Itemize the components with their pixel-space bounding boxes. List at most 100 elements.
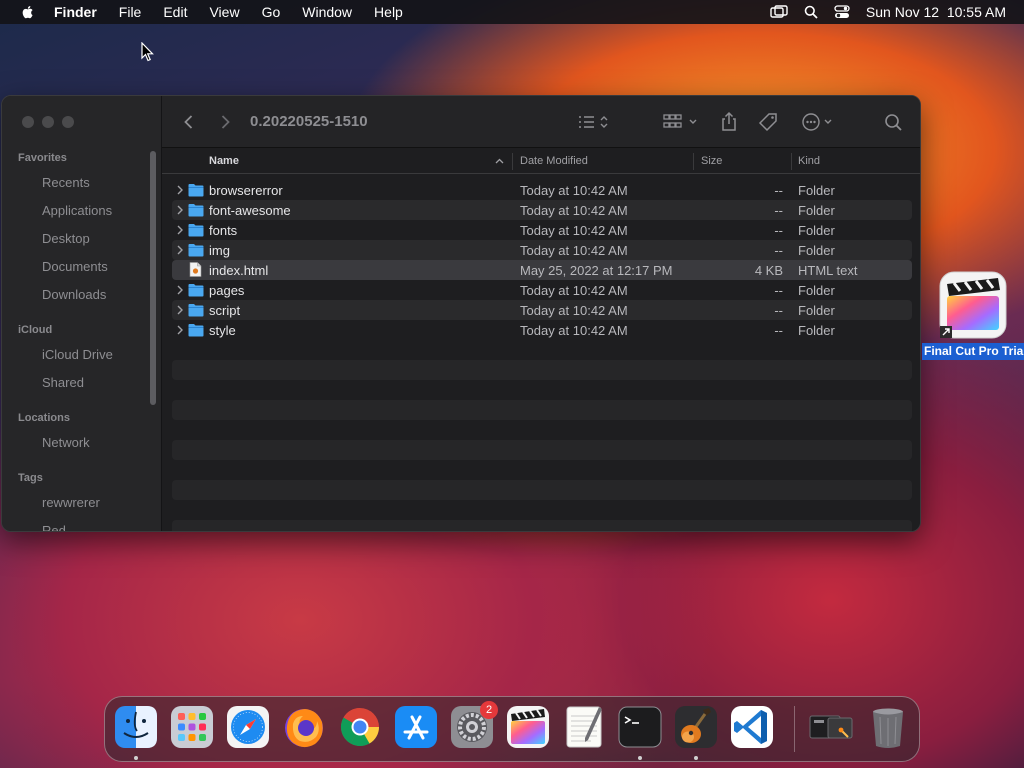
launchpad-icon[interactable]	[169, 704, 215, 750]
minimize-window-icon[interactable]	[42, 116, 54, 128]
desktop-item-label: Final Cut Pro Trial	[922, 343, 1024, 360]
folder-icon	[188, 284, 204, 297]
table-row[interactable]: style Today at 10:42 AM -- Folder	[172, 320, 912, 340]
row-date: Today at 10:42 AM	[520, 303, 628, 318]
row-date: Today at 10:42 AM	[520, 243, 628, 258]
empty-row	[172, 480, 912, 500]
folder-icon	[188, 244, 204, 257]
trash-icon[interactable]	[865, 704, 911, 750]
disclosure-chevron-icon[interactable]	[176, 185, 184, 195]
sidebar-item-downloads[interactable]: Downloads	[42, 287, 106, 302]
sidebar-item-shared[interactable]: Shared	[42, 375, 84, 390]
dock: 2	[104, 696, 920, 762]
finder-window: Favorites Recents Applications Desktop D…	[1, 95, 921, 532]
menu-file[interactable]: File	[119, 4, 142, 20]
finder-toolbar: 0.20220525-1510	[162, 96, 920, 148]
row-date: Today at 10:42 AM	[520, 223, 628, 238]
final-cut-pro-icon	[939, 271, 1007, 339]
sort-ascending-chevron-icon[interactable]	[495, 158, 504, 164]
sidebar-item-tag-red[interactable]: Red	[42, 523, 66, 531]
chrome-icon[interactable]	[337, 704, 383, 750]
forward-chevron-icon[interactable]	[216, 113, 234, 131]
search-icon[interactable]	[884, 111, 904, 133]
row-size: --	[774, 303, 783, 318]
row-name: style	[209, 323, 236, 338]
final-cut-pro-icon[interactable]	[505, 704, 551, 750]
control-center-icon[interactable]	[834, 5, 850, 19]
table-row[interactable]: browsererror Today at 10:42 AM -- Folder	[172, 180, 912, 200]
terminal-icon[interactable]	[617, 704, 663, 750]
menu-view[interactable]: View	[209, 4, 239, 20]
column-size[interactable]: Size	[701, 155, 722, 167]
textedit-icon[interactable]	[561, 704, 607, 750]
safari-icon[interactable]	[225, 704, 271, 750]
sidebar-item-applications[interactable]: Applications	[42, 203, 112, 218]
disclosure-chevron-icon[interactable]	[176, 225, 184, 235]
menu-go[interactable]: Go	[262, 4, 281, 20]
screenshot-folder-icon[interactable]	[808, 704, 854, 750]
menu-help[interactable]: Help	[374, 4, 403, 20]
close-window-icon[interactable]	[22, 116, 34, 128]
group-by-icon[interactable]	[662, 111, 702, 133]
sidebar-item-recents[interactable]: Recents	[42, 175, 90, 190]
html-file-icon	[189, 262, 202, 277]
disclosure-chevron-icon[interactable]	[176, 285, 184, 295]
back-chevron-icon[interactable]	[180, 113, 198, 131]
row-name: font-awesome	[209, 203, 291, 218]
column-kind[interactable]: Kind	[798, 155, 820, 167]
menu-app-name[interactable]: Finder	[54, 4, 97, 20]
menu-clock[interactable]: Sun Nov 12 10:55 AM	[866, 4, 1006, 20]
finder-content: 0.20220525-1510 Name Date Modified Size …	[162, 96, 920, 531]
garageband-icon[interactable]	[673, 704, 719, 750]
tag-icon[interactable]	[757, 111, 779, 133]
column-date-modified[interactable]: Date Modified	[520, 155, 588, 167]
row-date: Today at 10:42 AM	[520, 183, 628, 198]
row-kind: Folder	[798, 283, 835, 298]
window-title: 0.20220525-1510	[250, 113, 368, 130]
window-controls	[22, 116, 74, 128]
table-row[interactable]: pages Today at 10:42 AM -- Folder	[172, 280, 912, 300]
row-kind: Folder	[798, 243, 835, 258]
column-name[interactable]: Name	[209, 155, 239, 167]
notification-badge: 2	[480, 701, 498, 719]
more-actions-icon[interactable]	[800, 111, 840, 133]
disclosure-chevron-icon[interactable]	[176, 305, 184, 315]
sidebar-header-tags: Tags	[18, 472, 43, 484]
row-name: browsererror	[209, 183, 283, 198]
row-name: fonts	[209, 223, 238, 238]
sidebar-item-tag-rewwrerer[interactable]: rewwrerer	[42, 495, 100, 510]
empty-row	[172, 440, 912, 460]
zoom-window-icon[interactable]	[62, 116, 74, 128]
firefox-icon[interactable]	[281, 704, 327, 750]
table-row[interactable]: fonts Today at 10:42 AM -- Folder	[172, 220, 912, 240]
disclosure-chevron-icon[interactable]	[176, 245, 184, 255]
sidebar-item-network[interactable]: Network	[42, 435, 90, 450]
menu-window[interactable]: Window	[302, 4, 352, 20]
sidebar-scrollbar[interactable]	[150, 151, 156, 405]
disclosure-chevron-icon[interactable]	[176, 205, 184, 215]
row-size: --	[774, 323, 783, 338]
table-row[interactable]: font-awesome Today at 10:42 AM -- Folder	[172, 200, 912, 220]
table-row[interactable]: index.html May 25, 2022 at 12:17 PM 4 KB…	[172, 260, 912, 280]
table-row[interactable]: script Today at 10:42 AM -- Folder	[172, 300, 912, 320]
spotlight-search-icon[interactable]	[804, 5, 818, 19]
sidebar-item-desktop[interactable]: Desktop	[42, 231, 90, 246]
disclosure-chevron-icon[interactable]	[176, 325, 184, 335]
empty-row	[172, 400, 912, 420]
mouse-cursor-icon	[141, 42, 154, 62]
sidebar-header-favorites: Favorites	[18, 152, 67, 164]
vscode-icon[interactable]	[729, 704, 775, 750]
menu-edit[interactable]: Edit	[163, 4, 187, 20]
sidebar-item-icloud-drive[interactable]: iCloud Drive	[42, 347, 113, 362]
badge-count: 2	[485, 704, 493, 716]
desktop-item-final-cut-pro[interactable]: Final Cut Pro Trial	[922, 270, 1024, 360]
screen-mirroring-icon[interactable]	[770, 5, 788, 19]
table-row[interactable]: img Today at 10:42 AM -- Folder	[172, 240, 912, 260]
list-view-icon[interactable]	[574, 111, 614, 133]
sidebar-item-documents[interactable]: Documents	[42, 259, 108, 274]
row-date: Today at 10:42 AM	[520, 323, 628, 338]
apple-logo-icon[interactable]	[20, 4, 36, 20]
share-icon[interactable]	[719, 111, 739, 133]
app-store-icon[interactable]	[393, 704, 439, 750]
finder-icon[interactable]	[113, 704, 159, 750]
